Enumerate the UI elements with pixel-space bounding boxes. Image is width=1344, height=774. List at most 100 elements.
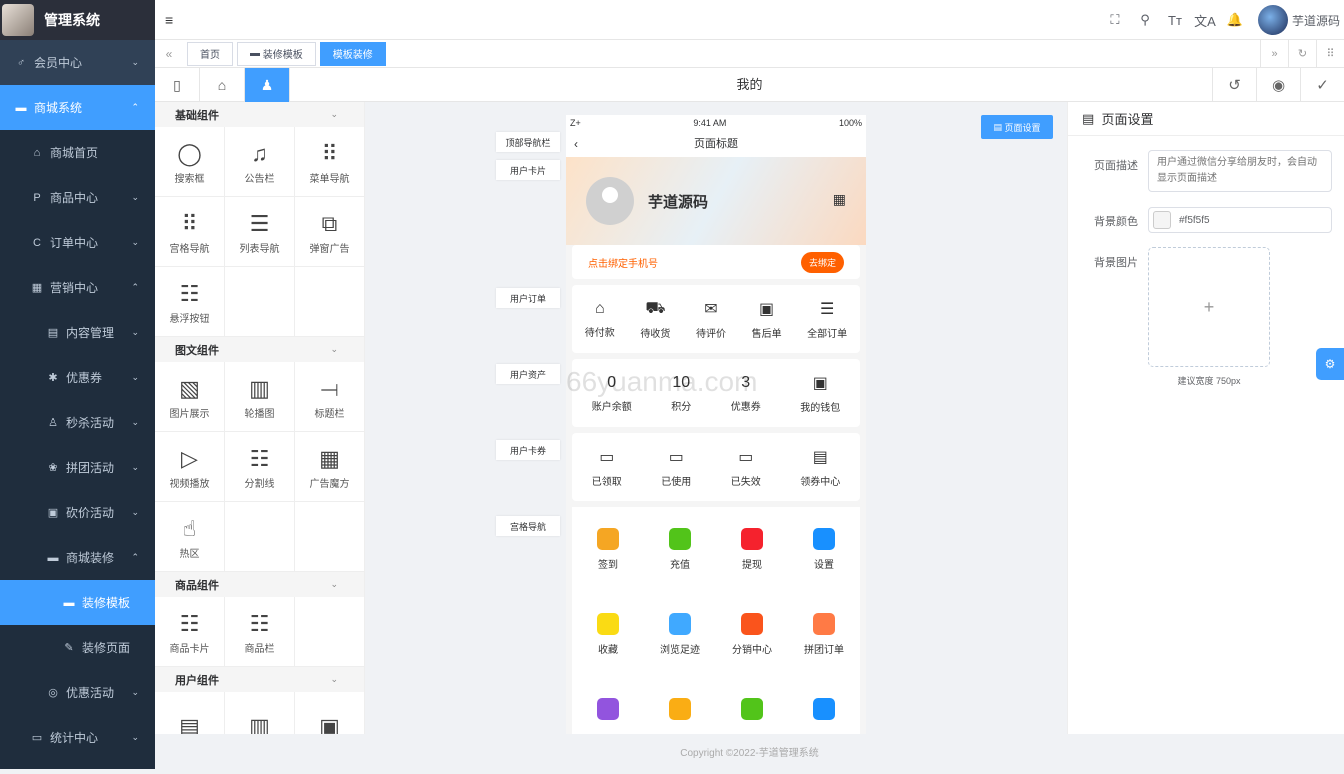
grid-item[interactable]: 签到 — [572, 507, 644, 592]
component-item[interactable]: ⟞ 标题栏 — [295, 362, 364, 432]
group-header[interactable]: 用户组件 ⌄ — [155, 667, 364, 692]
component-label-tag[interactable]: 用户资产 — [496, 364, 560, 384]
grid-item[interactable] — [572, 677, 644, 734]
grid-nav[interactable]: 签到 充值 提现 设置收藏 浏览足迹 分销中心 拼团订单 — [572, 507, 860, 734]
grid-item[interactable]: 充值 — [644, 507, 716, 592]
component-item[interactable]: ◯ 搜索框 — [155, 127, 225, 197]
component-item[interactable]: ▷ 视频播放 — [155, 432, 225, 502]
component-item[interactable]: ☷ 悬浮按钮 — [155, 267, 225, 337]
component-item[interactable]: ☷ 分割线 — [225, 432, 295, 502]
phone-item[interactable]: ▭ 已失效 — [731, 447, 761, 488]
phone-item[interactable]: ▤ 领券中心 — [800, 447, 840, 488]
menu-toggle-icon[interactable]: ≡ — [165, 12, 173, 28]
scroll-right-icon[interactable]: » — [1260, 40, 1288, 67]
toolbar-icon[interactable]: ⚲ — [1130, 12, 1160, 28]
color-swatch[interactable] — [1153, 211, 1171, 229]
refresh-icon[interactable]: ↻ — [1288, 40, 1316, 67]
component-label-tag[interactable]: 顶部导航栏 — [496, 132, 560, 152]
user-card[interactable]: 芋道源码 ▦ — [566, 157, 866, 245]
component-item[interactable]: ☷ 商品卡片 — [155, 597, 225, 667]
bind-phone-bar[interactable]: 点击绑定手机号 去绑定 — [572, 245, 860, 279]
preview-icon[interactable]: ◉ — [1256, 68, 1300, 102]
sidebar-item[interactable]: ▣ 砍价活动 ⌄ — [0, 490, 155, 535]
component-item[interactable]: ▥ — [225, 692, 295, 734]
component-label-tag[interactable]: 用户卡券 — [496, 440, 560, 460]
top-nav[interactable]: ‹ 页面标题 — [566, 131, 866, 157]
settings-gear-icon[interactable]: ⚙ — [1316, 348, 1344, 380]
group-header[interactable]: 商品组件 ⌄ — [155, 572, 364, 597]
component-item[interactable]: ▦ 广告魔方 — [295, 432, 364, 502]
sidebar-item[interactable]: ⌂ 商城首页 — [0, 130, 155, 175]
sidebar-item[interactable]: P 商品中心 ⌄ — [0, 175, 155, 220]
sidebar-item[interactable]: ♙ 秒杀活动 ⌄ — [0, 400, 155, 445]
component-item[interactable]: ⠿ 宫格导航 — [155, 197, 225, 267]
grid-item[interactable]: 分销中心 — [716, 592, 788, 677]
sidebar-item[interactable]: ▤ 内容管理 ⌄ — [0, 310, 155, 355]
sidebar-item[interactable]: ▬ 商城系统 ⌃ — [0, 85, 155, 130]
component-label-tag[interactable]: 用户订单 — [496, 288, 560, 308]
sidebar-item[interactable]: ◎ 优惠活动 ⌄ — [0, 670, 155, 715]
component-item[interactable]: ⠿ 菜单导航 — [295, 127, 364, 197]
component-item[interactable]: ☰ 列表导航 — [225, 197, 295, 267]
grid-item[interactable]: 浏览足迹 — [644, 592, 716, 677]
upload-image[interactable]: + — [1148, 247, 1270, 367]
phone-item[interactable]: ☰ 全部订单 — [807, 299, 847, 340]
sidebar-item[interactable]: ✎ 装修页面 — [0, 625, 155, 670]
grid-item[interactable] — [788, 677, 860, 734]
desc-input[interactable] — [1148, 150, 1332, 192]
phone-item[interactable]: ⌂ 待付款 — [585, 300, 615, 339]
grid-item[interactable] — [644, 677, 716, 734]
scroll-left-icon[interactable]: « — [155, 47, 183, 61]
group-header[interactable]: 图文组件 ⌄ — [155, 337, 364, 362]
sidebar-item[interactable]: ♂ 会员中心 ⌄ — [0, 40, 155, 85]
sidebar-item[interactable]: C 订单中心 ⌄ — [0, 220, 155, 265]
page-settings-button[interactable]: ▤ 页面设置 — [981, 115, 1053, 139]
component-item[interactable]: ☷ 商品栏 — [225, 597, 295, 667]
phone-item[interactable]: ▣ 售后单 — [752, 299, 782, 340]
home-icon[interactable]: ⌂ — [200, 68, 245, 102]
sidebar-item[interactable]: ▭ 统计中心 ⌄ — [0, 715, 155, 760]
tag-template-decorate[interactable]: 模板装修 — [319, 41, 386, 66]
avatar[interactable] — [1257, 5, 1288, 35]
reset-icon[interactable]: ↺ — [1212, 68, 1256, 102]
component-label-tag[interactable]: 宫格导航 — [496, 516, 560, 536]
phone-item[interactable]: ▣ 我的钱包 — [800, 373, 840, 414]
toolbar-icon[interactable]: ⛶ — [1100, 12, 1130, 28]
user-orders[interactable]: ⌂ 待付款 ⛟ 待收货 ✉ 待评价 ▣ 售后单 ☰ 全部订单 — [572, 285, 860, 353]
component-item[interactable]: ⧉ 弹窗广告 — [295, 197, 364, 267]
phone-item[interactable]: ⛟ 待收货 — [640, 299, 670, 340]
component-item[interactable]: ▤ — [155, 692, 225, 734]
phone-item[interactable]: ▭ 已领取 — [592, 447, 622, 488]
grid-item[interactable]: 提现 — [716, 507, 788, 592]
grid-item[interactable]: 收藏 — [572, 592, 644, 677]
grid-item[interactable] — [716, 677, 788, 734]
sidebar-item[interactable]: ❀ 拼团活动 ⌄ — [0, 445, 155, 490]
component-label-tag[interactable]: 用户卡片 — [496, 160, 560, 180]
component-item[interactable]: ☝ 热区 — [155, 502, 225, 572]
grid-icon[interactable]: ⠿ — [1316, 40, 1344, 67]
phone-item[interactable]: ▭ 已使用 — [661, 447, 691, 488]
grid-item[interactable]: 设置 — [788, 507, 860, 592]
sidebar-item[interactable]: ▬ 装修模板 — [0, 580, 155, 625]
toolbar-icon[interactable]: 🔔 — [1220, 12, 1250, 28]
component-item[interactable]: ♫ 公告栏 — [225, 127, 295, 197]
toolbar-icon[interactable]: Tт — [1160, 13, 1190, 28]
user-name[interactable]: 芋道源码 — [1292, 12, 1340, 29]
sidebar-item[interactable]: ✱ 优惠券 ⌄ — [0, 355, 155, 400]
phone-item[interactable]: ✉ 待评价 — [696, 299, 726, 340]
sidebar-item[interactable]: ▦ 营销中心 ⌃ — [0, 265, 155, 310]
sidebar-item[interactable]: ▬ 商城装修 ⌃ — [0, 535, 155, 580]
component-item[interactable]: ▣ — [295, 692, 364, 735]
component-item[interactable]: ▧ 图片展示 — [155, 362, 225, 432]
tag-decorate-template[interactable]: ▬ 装修模板 — [237, 41, 316, 66]
group-header[interactable]: 基础组件 ⌄ — [155, 102, 364, 127]
toolbar-icon[interactable]: 文A — [1190, 11, 1220, 30]
save-icon[interactable]: ✓ — [1300, 68, 1344, 102]
grid-item[interactable]: 拼团订单 — [788, 592, 860, 677]
bg-color-picker[interactable]: #f5f5f5 — [1148, 207, 1332, 233]
phone-icon[interactable]: ▯ — [155, 68, 200, 102]
tag-home[interactable]: 首页 — [187, 41, 233, 66]
user-coupons[interactable]: ▭ 已领取 ▭ 已使用 ▭ 已失效 ▤ 领券中心 — [572, 433, 860, 501]
component-item[interactable]: ▥ 轮播图 — [225, 362, 295, 432]
user-icon[interactable]: ♟ — [245, 68, 290, 102]
